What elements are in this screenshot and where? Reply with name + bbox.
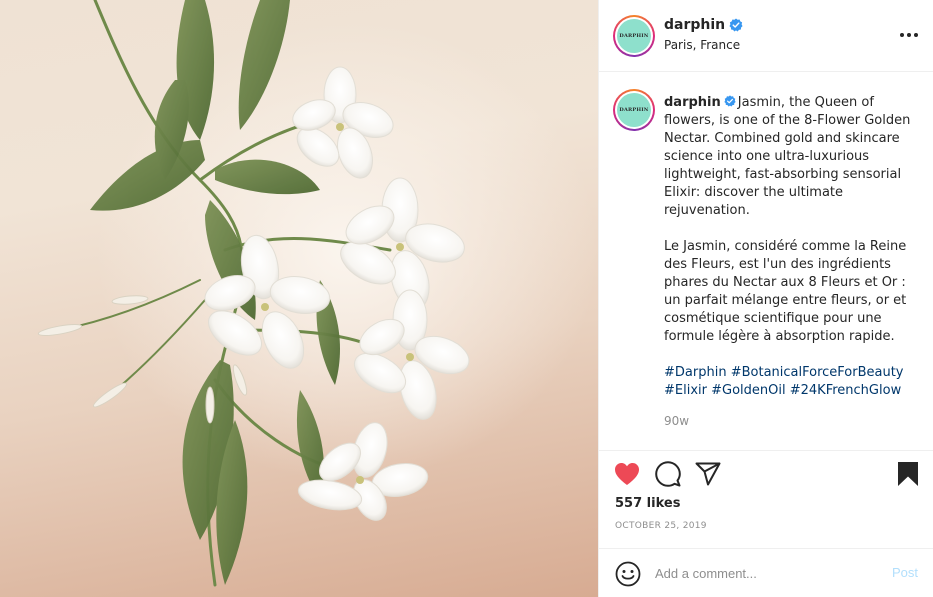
likes-count[interactable]: 557 likes [615,496,680,511]
caption-text-english: Jasmin, the Queen of flowers, is one of … [664,95,911,218]
bookmark-filled-icon [898,462,918,486]
post-header: DARPHIN darphin Paris, France [599,0,933,72]
verified-badge-icon [729,18,743,32]
comment-bar: Post [599,548,933,597]
share-button[interactable] [694,460,722,488]
avatar-logo-text: DARPHIN [617,93,651,127]
avatar-logo-text: DARPHIN [617,19,651,53]
post-date[interactable]: OCTOBER 25, 2019 [615,521,707,531]
more-options-icon[interactable] [900,26,918,44]
smiley-icon[interactable] [615,561,641,587]
post-location[interactable]: Paris, France [664,38,740,52]
heart-filled-icon [615,463,639,485]
paper-plane-icon [695,462,721,486]
caption-author-username[interactable]: darphin [664,95,721,110]
caption-hashtags: #Darphin #BotanicalForceForBeauty #Elixi… [664,364,914,400]
hashtag-link[interactable]: #24KFrenchGlow [790,383,901,398]
post-actions: 557 likes OCTOBER 25, 2019 [599,450,933,555]
caption-section: DARPHIN darphin Jasmin, the Queen of flo… [599,72,933,450]
like-button[interactable] [613,460,641,488]
hashtag-link[interactable]: #GoldenOil [711,383,785,398]
hashtag-link[interactable]: #Darphin [664,365,727,380]
jasmine-flower-illustration [37,0,470,587]
caption-text-french: Le Jasmin, considéré comme la Reine des … [664,239,907,344]
comment-button[interactable] [654,460,682,488]
save-button[interactable] [894,460,922,488]
post-caption: darphin Jasmin, the Queen of flowers, is… [664,94,914,400]
post-photo[interactable] [0,0,598,597]
caption-author-avatar[interactable]: DARPHIN [613,89,655,131]
post-side-panel: DARPHIN darphin Paris, France DARPHIN da… [598,0,933,597]
comment-input[interactable] [655,563,875,583]
verified-badge-icon [724,95,736,107]
author-avatar[interactable]: DARPHIN [613,15,655,57]
speech-bubble-icon [655,461,681,487]
author-name-row: darphin [664,17,743,33]
author-username[interactable]: darphin [664,17,725,33]
post-comment-button[interactable]: Post [892,565,918,580]
hashtag-link[interactable]: #Elixir [664,383,707,398]
post-age[interactable]: 90w [664,414,689,428]
hashtag-link[interactable]: #BotanicalForceForBeauty [731,365,904,380]
